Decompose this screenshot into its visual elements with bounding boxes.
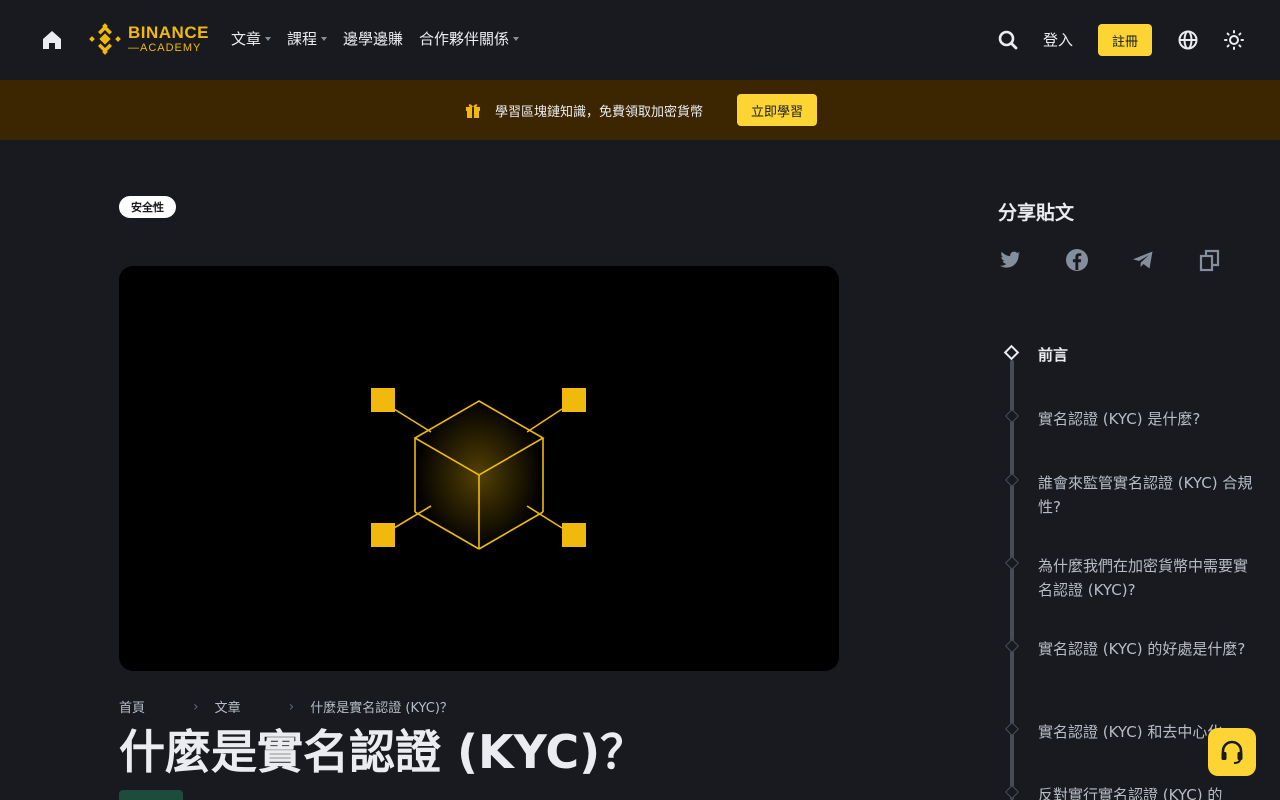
main-nav: 文章 課程 邊學邊賺 合作夥伴關係 [231, 28, 535, 49]
nav-label: 文章 [231, 30, 262, 48]
headset-icon [1221, 740, 1243, 764]
breadcrumb-articles[interactable]: 文章 [215, 697, 241, 716]
chevron-right-icon: › [193, 698, 199, 715]
home-icon[interactable] [40, 29, 64, 51]
hero-image [119, 266, 839, 671]
toc-item-intro[interactable]: 前言 [1038, 343, 1253, 367]
sun-icon[interactable] [1223, 29, 1245, 51]
page-title: 什麼是實名認證 (KYC)？ [119, 725, 647, 779]
login-link[interactable]: 登入 [1043, 29, 1073, 50]
nav-learn-and-earn[interactable]: 邊學邊賺 [343, 28, 403, 49]
toc-marker-active [1003, 344, 1020, 361]
search-icon[interactable] [997, 29, 1019, 51]
nav-articles[interactable]: 文章 [231, 28, 272, 49]
toc-item-what-is-kyc[interactable]: 實名認證 (KYC) 是什麼? [1038, 407, 1253, 431]
nav-label: 邊學邊賺 [343, 30, 404, 48]
learn-now-button[interactable]: 立即學習 [737, 94, 817, 126]
toc-item-who-regulates[interactable]: 誰會來監管實名認證 (KYC) 合規性? [1038, 471, 1253, 519]
chevron-right-icon: › [288, 698, 295, 715]
top-header: BINANCE —ACADEMY 文章 課程 邊學邊賺 合作夥伴關係 登入 註冊 [0, 0, 1280, 80]
toc-marker [1004, 721, 1020, 737]
breadcrumb-current: 什麼是實名認證 (KYC)？ [310, 701, 453, 716]
share-title: 分享貼文 [998, 202, 1075, 224]
logo-title: BINANCE [128, 23, 209, 42]
toc-marker [1004, 784, 1020, 800]
globe-icon[interactable] [1177, 29, 1199, 51]
toc-marker [1004, 555, 1020, 571]
facebook-icon[interactable] [1065, 248, 1089, 272]
toc-marker [1004, 472, 1020, 488]
level-badge [119, 790, 183, 800]
support-chat-button[interactable] [1208, 728, 1256, 776]
breadcrumb: 首頁 › 文章 › 什麼是實名認證 (KYC)？ [119, 697, 453, 717]
chevron-down-icon [321, 36, 328, 41]
nav-label: 課程 [287, 30, 318, 48]
toc-item-against-kyc[interactable]: 反對實行實名認證 (KYC) 的 [1038, 783, 1253, 800]
chevron-down-icon [513, 36, 520, 41]
toc-marker [1004, 638, 1020, 654]
binance-logo-icon [89, 23, 121, 55]
gift-icon [464, 101, 482, 119]
toc-item-why-need-kyc[interactable]: 為什麼我們在加密貨幣中需要實名認證 (KYC)? [1038, 554, 1253, 602]
blockchain-cube-illustration [371, 388, 586, 550]
breadcrumb-home[interactable]: 首頁 [119, 697, 145, 716]
chevron-down-icon [265, 36, 272, 41]
register-button[interactable]: 註冊 [1098, 24, 1152, 56]
binance-academy-logo[interactable]: BINANCE —ACADEMY [88, 22, 209, 56]
nav-courses[interactable]: 課程 [287, 28, 328, 49]
nav-label: 合作夥伴關係 [419, 30, 510, 48]
twitter-icon[interactable] [998, 248, 1022, 272]
banner-text: 學習區塊鏈知識，免費領取加密貨幣 [495, 105, 704, 120]
toc-marker [1004, 408, 1020, 424]
logo-subtitle: —ACADEMY [128, 42, 202, 54]
copy-icon[interactable] [1198, 248, 1222, 272]
category-tag[interactable]: 安全性 [119, 196, 176, 218]
toc-item-benefits[interactable]: 實名認證 (KYC) 的好處是什麼? [1038, 637, 1253, 661]
nav-partnerships[interactable]: 合作夥伴關係 [419, 28, 520, 49]
telegram-icon[interactable] [1131, 248, 1155, 272]
